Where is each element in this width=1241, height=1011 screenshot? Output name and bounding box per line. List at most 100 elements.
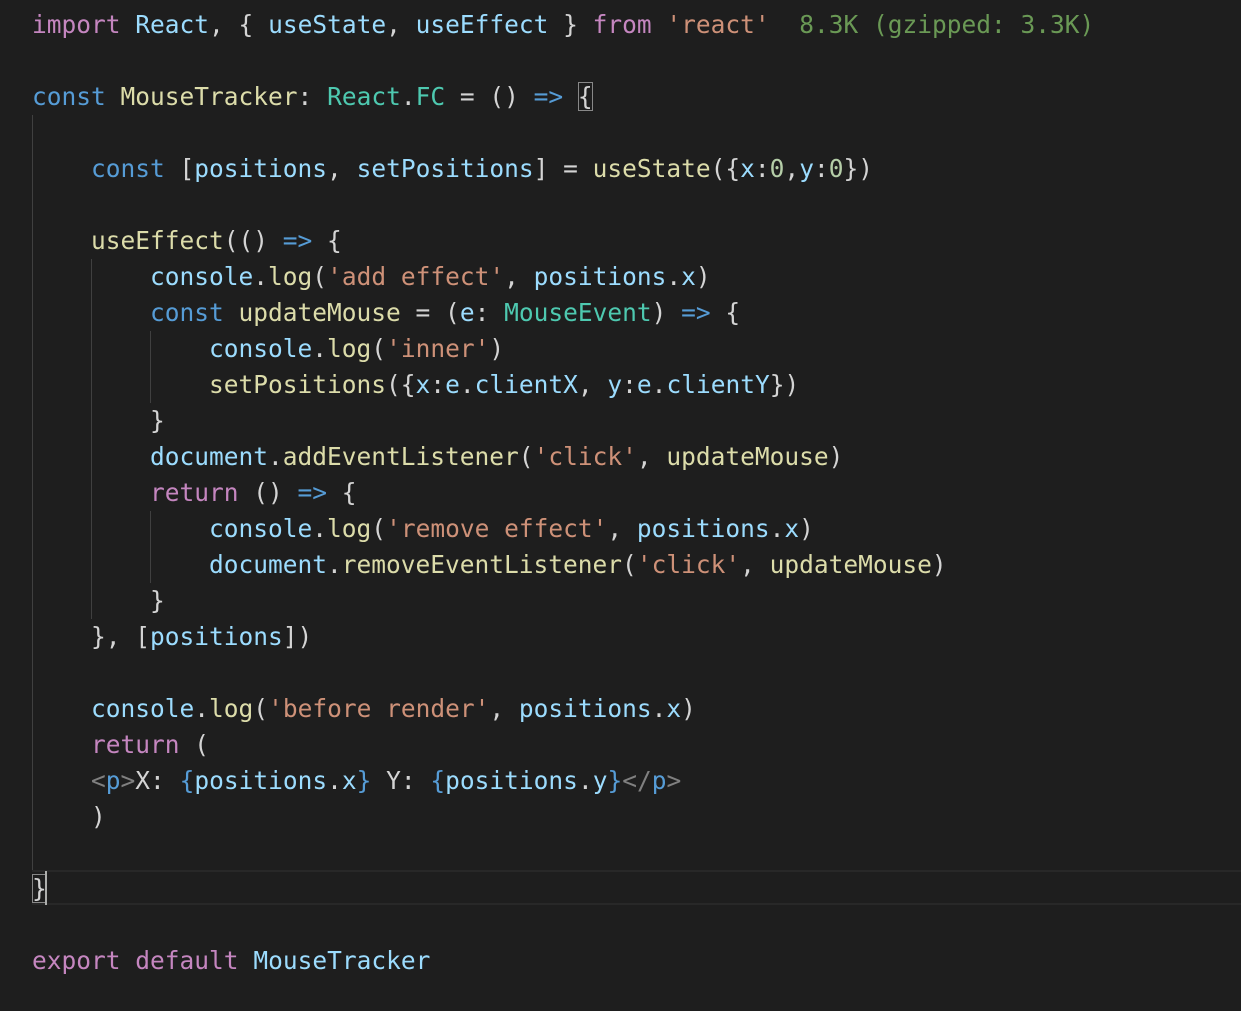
matched-bracket-open: { xyxy=(577,82,593,111)
punctuation: ) xyxy=(489,334,505,363)
identifier-positions: positions xyxy=(194,154,328,183)
closing-paren: ) xyxy=(91,802,106,831)
function-log: log xyxy=(209,694,254,723)
closing-brace: } xyxy=(150,586,165,615)
code-line-8[interactable]: console.log('add effect', positions.x) xyxy=(150,259,711,295)
indent-guide xyxy=(32,115,33,871)
punctuation: { xyxy=(327,478,357,507)
punctuation: () xyxy=(238,478,298,507)
code-line-16[interactable]: document.removeEventListener('click', up… xyxy=(209,547,947,583)
number-literal: 0 xyxy=(828,154,844,183)
identifier-component-name: MouseTracker xyxy=(253,946,431,975)
punctuation: . xyxy=(327,766,342,795)
identifier-component-name: MouseTracker xyxy=(120,82,298,111)
punctuation: . xyxy=(400,82,416,111)
property-y: y xyxy=(592,766,608,795)
code-line-27[interactable]: export default MouseTracker xyxy=(32,943,430,979)
property-clientx: clientX xyxy=(474,370,578,399)
jsx-expression-brace: { xyxy=(179,766,195,795)
property-x: x xyxy=(415,370,431,399)
punctuation: (() xyxy=(223,226,283,255)
property-x: x xyxy=(784,514,800,543)
punctuation: ]) xyxy=(282,622,313,651)
punctuation: ( xyxy=(179,730,210,759)
code-line-22[interactable]: <p>X: {positions.x} Y: {positions.y}</p> xyxy=(91,763,681,799)
code-line-23[interactable]: ) xyxy=(91,799,106,835)
punctuation: . xyxy=(312,514,328,543)
punctuation: , xyxy=(504,262,534,291)
code-line-14[interactable]: return () => { xyxy=(150,475,357,511)
jsx-expression-brace: } xyxy=(607,766,623,795)
jsx-tag-p: p xyxy=(105,766,121,795)
property-x: x xyxy=(681,262,696,291)
code-line-1[interactable]: import React, { useState, useEffect } fr… xyxy=(32,7,1094,43)
function-addeventlistener: addEventListener xyxy=(282,442,519,471)
identifier-positions: positions xyxy=(533,262,667,291)
jsx-tag-p: p xyxy=(651,766,667,795)
number-literal: 0 xyxy=(769,154,785,183)
parameter-e: e xyxy=(445,370,460,399)
jsx-angle-bracket: > xyxy=(666,766,682,795)
code-line-21[interactable]: return ( xyxy=(91,727,209,763)
punctuation: ( xyxy=(312,262,328,291)
identifier-setpositions: setPositions xyxy=(356,154,534,183)
code-editor[interactable]: import React, { useState, useEffect } fr… xyxy=(0,0,1241,1011)
identifier-updatemouse: updateMouse xyxy=(769,550,932,579)
punctuation: , xyxy=(607,514,637,543)
punctuation: . xyxy=(651,370,667,399)
string-literal: 'click' xyxy=(533,442,637,471)
property-y: y xyxy=(799,154,814,183)
function-usestate: useState xyxy=(592,154,711,183)
code-line-11[interactable]: setPositions({x:e.clientX, y:e.clientY}) xyxy=(209,367,799,403)
punctuation: : xyxy=(622,370,637,399)
punctuation: . xyxy=(666,262,682,291)
punctuation: , xyxy=(577,370,608,399)
punctuation: } xyxy=(548,10,593,39)
punctuation: ) xyxy=(828,442,844,471)
jsx-angle-bracket: < xyxy=(91,766,106,795)
punctuation: ) xyxy=(681,694,696,723)
punctuation: : xyxy=(430,370,446,399)
code-line-7[interactable]: useEffect(() => { xyxy=(91,223,342,259)
code-line-9[interactable]: const updateMouse = (e: MouseEvent) => { xyxy=(150,295,740,331)
code-line-17[interactable]: } xyxy=(150,583,165,619)
punctuation: ) xyxy=(651,298,682,327)
identifier-console: console xyxy=(209,334,313,363)
identifier-console: console xyxy=(91,694,195,723)
closing-brace: } xyxy=(150,406,165,435)
identifier-positions: positions xyxy=(518,694,652,723)
punctuation: = ( xyxy=(400,298,460,327)
jsx-expression-brace: } xyxy=(356,766,372,795)
punctuation: : xyxy=(813,154,829,183)
jsx-text: Y: xyxy=(371,766,431,795)
punctuation: . xyxy=(268,442,283,471)
code-line-10[interactable]: console.log('inner') xyxy=(209,331,504,367)
code-line-20[interactable]: console.log('before render', positions.x… xyxy=(91,691,696,727)
property-clienty: clientY xyxy=(666,370,770,399)
code-line-13[interactable]: document.addEventListener('click', updat… xyxy=(150,439,843,475)
keyword-const: const xyxy=(32,82,106,111)
code-line-18[interactable]: }, [positions]) xyxy=(91,619,312,655)
arrow-operator: => xyxy=(533,82,564,111)
punctuation: }, [ xyxy=(91,622,151,651)
code-line-12[interactable]: } xyxy=(150,403,165,439)
string-literal: 'before render' xyxy=(268,694,490,723)
punctuation: ] = xyxy=(533,154,593,183)
property-x: x xyxy=(341,766,357,795)
identifier-positions: positions xyxy=(194,766,328,795)
arrow-operator: => xyxy=(297,478,328,507)
code-line-5[interactable]: const [positions, setPositions] = useSta… xyxy=(91,151,873,187)
property-x: x xyxy=(740,154,755,183)
punctuation: : xyxy=(474,298,505,327)
function-log: log xyxy=(327,514,372,543)
code-line-3[interactable]: const MouseTracker: React.FC = () => { xyxy=(32,79,593,115)
property-y: y xyxy=(607,370,623,399)
function-log: log xyxy=(327,334,372,363)
code-line-15[interactable]: console.log('remove effect', positions.x… xyxy=(209,511,814,547)
arrow-operator: => xyxy=(282,226,313,255)
punctuation: . xyxy=(312,334,328,363)
function-updatemouse: updateMouse xyxy=(238,298,401,327)
current-line-highlight xyxy=(32,870,1241,905)
punctuation: , { xyxy=(209,10,269,39)
